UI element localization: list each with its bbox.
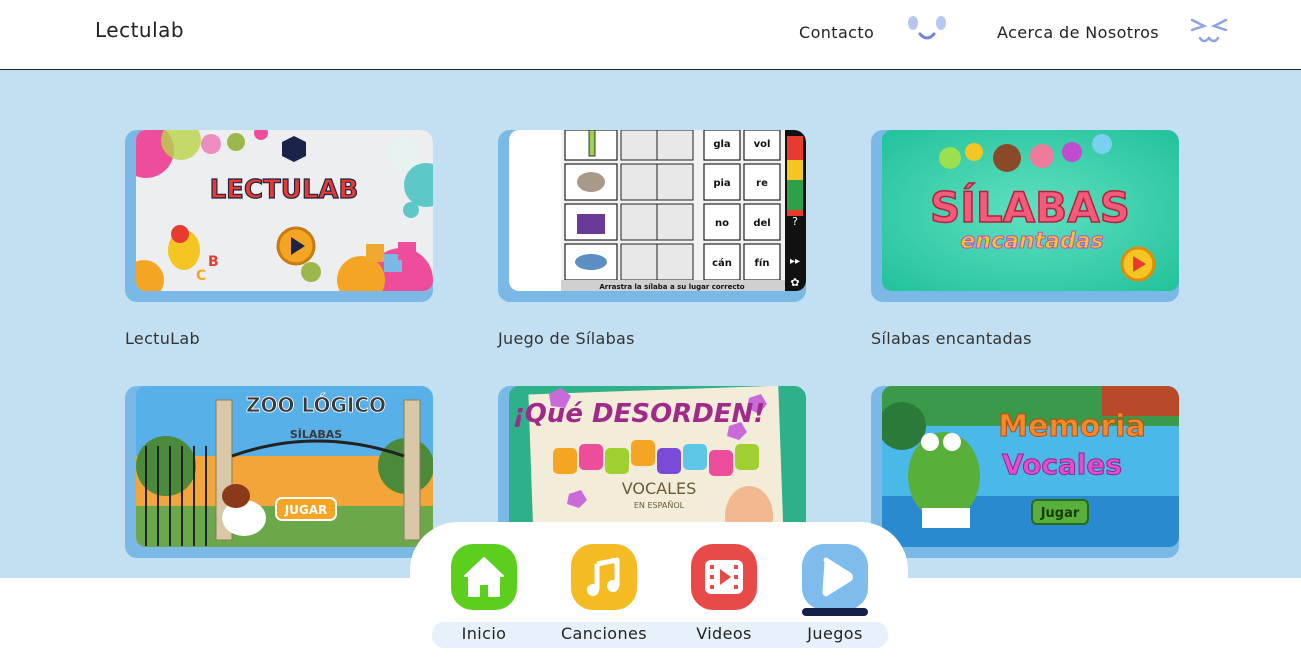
desorden-thumb-title: ¡Qué DESORDEN! bbox=[513, 399, 765, 429]
game-card-lectulab[interactable]: LECTULAB B C bbox=[125, 130, 433, 302]
svg-text:gla: gla bbox=[713, 139, 730, 150]
svg-text:vol: vol bbox=[754, 139, 771, 150]
active-tab-indicator bbox=[802, 608, 868, 616]
home-icon bbox=[464, 557, 504, 597]
game-title-lectulab[interactable]: LectuLab bbox=[125, 329, 200, 348]
svg-text:▸▸: ▸▸ bbox=[790, 256, 800, 267]
svg-text:fín: fín bbox=[755, 257, 770, 269]
svg-text:B: B bbox=[208, 254, 219, 270]
silabas-encantadas-thumbnail: SÍLABAS encantadas bbox=[882, 130, 1179, 291]
svg-text:Jugar: Jugar bbox=[1040, 506, 1080, 521]
silabas-thumb-title: SÍLABAS bbox=[930, 182, 1130, 232]
zoo-thumb-title: ZOO LÓGICO bbox=[246, 393, 386, 417]
svg-text:JUGAR: JUGAR bbox=[284, 503, 328, 517]
nav-inicio-label[interactable]: Inicio bbox=[429, 624, 539, 643]
svg-text:cán: cán bbox=[712, 257, 732, 269]
svg-text:?: ? bbox=[792, 215, 798, 228]
svg-text:VOCALES: VOCALES bbox=[622, 479, 697, 498]
nav-canciones-button[interactable] bbox=[571, 544, 637, 610]
nav-contacto-link[interactable]: Contacto bbox=[799, 23, 874, 42]
svg-text:Arrastra la sílaba a su lugar: Arrastra la sílaba a su lugar correcto bbox=[599, 283, 744, 291]
svg-text:pia: pia bbox=[713, 178, 730, 189]
game-card-zoologico[interactable]: ZOO LÓGICO SÍLABAS JUGAR bbox=[125, 386, 433, 558]
svg-text:✿: ✿ bbox=[790, 276, 799, 289]
svg-text:no: no bbox=[715, 218, 729, 229]
juego-silabas-thumbnail: gla vol pia re no del cán fín ? ▸▸ ✿ Arr… bbox=[509, 130, 806, 291]
music-note-icon bbox=[587, 557, 620, 596]
game-card-juego-silabas[interactable]: gla vol pia re no del cán fín ? ▸▸ ✿ Arr… bbox=[498, 130, 806, 302]
lectulab-thumb-title: LECTULAB bbox=[210, 175, 359, 205]
memoria-thumb-title: Memoria bbox=[998, 409, 1145, 444]
cat-face-icon bbox=[1190, 18, 1228, 43]
brand-logo-text[interactable]: Lectulab bbox=[95, 18, 184, 42]
bottom-navigation: Inicio Canciones Videos Juegos bbox=[410, 522, 908, 662]
play-icon bbox=[822, 557, 853, 597]
game-card-memoria-vocales[interactable]: Memoria Vocales Jugar bbox=[871, 386, 1179, 558]
nav-canciones-label[interactable]: Canciones bbox=[549, 624, 659, 643]
games-grid-area: LECTULAB B C LectuLab gla vol pia re no … bbox=[0, 70, 1301, 578]
svg-text:encantadas: encantadas bbox=[960, 229, 1103, 254]
svg-text:re: re bbox=[756, 178, 768, 189]
svg-text:EN ESPAÑOL: EN ESPAÑOL bbox=[634, 500, 685, 510]
lectulab-thumbnail: LECTULAB B C bbox=[136, 130, 433, 291]
game-title-silabas-encantadas[interactable]: Sílabas encantadas bbox=[871, 329, 1032, 348]
memoria-vocales-thumbnail: Memoria Vocales Jugar bbox=[882, 386, 1179, 547]
svg-text:del: del bbox=[753, 218, 770, 229]
nav-juegos-button[interactable] bbox=[802, 544, 868, 610]
svg-text:C: C bbox=[196, 268, 206, 284]
nav-videos-label[interactable]: Videos bbox=[669, 624, 779, 643]
nav-acerca-link[interactable]: Acerca de Nosotros bbox=[997, 23, 1159, 42]
game-card-silabas-encantadas[interactable]: SÍLABAS encantadas bbox=[871, 130, 1179, 302]
nav-inicio-button[interactable] bbox=[451, 544, 517, 610]
zoologico-thumbnail: ZOO LÓGICO SÍLABAS JUGAR bbox=[136, 386, 433, 547]
game-title-juego-silabas[interactable]: Juego de Sílabas bbox=[498, 329, 635, 348]
smiley-face-icon bbox=[908, 16, 946, 40]
svg-text:SÍLABAS: SÍLABAS bbox=[290, 428, 342, 441]
film-icon bbox=[705, 560, 743, 594]
header: Lectulab Contacto Acerca de Nosotros bbox=[0, 0, 1301, 70]
nav-videos-button[interactable] bbox=[691, 544, 757, 610]
nav-juegos-label[interactable]: Juegos bbox=[780, 624, 890, 643]
svg-text:Vocales: Vocales bbox=[1002, 448, 1122, 481]
